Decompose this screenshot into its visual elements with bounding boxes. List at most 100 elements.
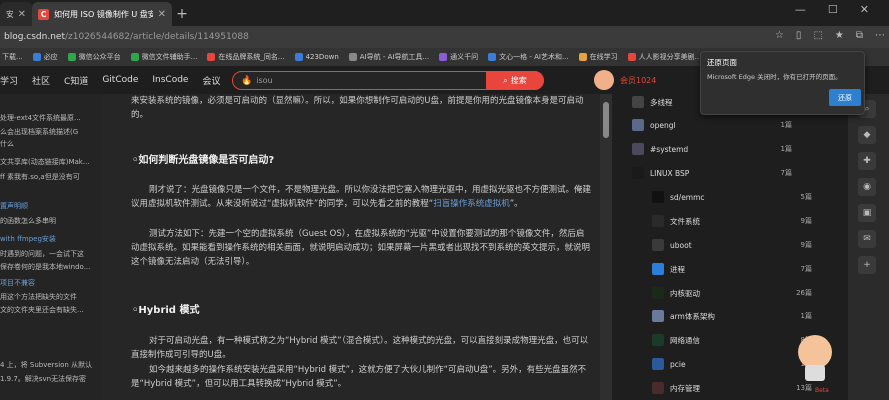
- category-item[interactable]: 内存管理 13篇: [652, 380, 812, 396]
- close-icon[interactable]: ✕: [18, 9, 26, 20]
- category-item[interactable]: 内核驱动 26篇: [652, 285, 812, 301]
- bookmark-item[interactable]: 微信文件辅助手...: [130, 52, 197, 62]
- bookmark-item[interactable]: 微信公众平台: [67, 52, 121, 62]
- sidebar-text[interactable]: 什么: [0, 139, 14, 149]
- member-badge[interactable]: 会员1024: [620, 75, 656, 86]
- category-item[interactable]: uboot 9篇: [652, 237, 812, 253]
- sidebar-text[interactable]: 保存卷何的是我本地windo...: [0, 262, 90, 272]
- star-icon[interactable]: ☆: [775, 30, 784, 41]
- scrollbar[interactable]: [600, 94, 612, 400]
- article-content: 来安装系统的镜像，必须是可启动的（显然嘛）。所以，如果你想制作可启动的U盘，前提…: [102, 94, 600, 400]
- category-item[interactable]: sd/emmc 5篇: [652, 189, 812, 205]
- nav-learn[interactable]: 学习: [0, 74, 18, 87]
- bookmark-item[interactable]: 必应: [32, 52, 58, 62]
- games-icon[interactable]: ◉: [858, 178, 876, 196]
- chat-icon[interactable]: [805, 365, 825, 381]
- office-icon[interactable]: ▣: [858, 204, 876, 222]
- shopping-icon[interactable]: ◆: [858, 126, 876, 144]
- category-item[interactable]: opengl 1篇: [632, 117, 792, 133]
- close-window-icon[interactable]: ✕: [860, 3, 869, 16]
- add-icon[interactable]: +: [858, 256, 876, 274]
- bookmark-item[interactable]: AI导航 - AI导航工具...: [348, 52, 429, 62]
- mascot-avatar[interactable]: [798, 335, 832, 369]
- category-item[interactable]: pcie1篇: [652, 356, 812, 372]
- search-box[interactable]: 🔥 isou ⌕ 搜索: [232, 71, 544, 90]
- bookmark-item[interactable]: 在线品牌系统_同名...: [207, 52, 285, 62]
- tab-title: 安装系...: [6, 9, 13, 19]
- sidebar-text[interactable]: 时遇到的问题，一会试下这: [0, 249, 84, 259]
- favorites-icon[interactable]: ★: [835, 30, 844, 41]
- extensions-icon[interactable]: ⬚: [813, 30, 822, 41]
- more-icon[interactable]: ⋯: [875, 30, 885, 41]
- category-item[interactable]: arm体系架构 1篇: [652, 308, 812, 324]
- sidebar-text[interactable]: 处理-ext4文件系统最原...: [0, 113, 81, 123]
- sidebar-link[interactable]: with ffmpeg安装: [0, 234, 56, 244]
- sidebar-text[interactable]: 的函数怎么多串明: [0, 216, 56, 226]
- category-icon: [632, 167, 644, 179]
- category-icon: [652, 263, 664, 275]
- bookmark-item[interactable]: 在线学习: [578, 52, 618, 62]
- category-icon: [652, 239, 664, 251]
- category-item[interactable]: #systemd 1篇: [632, 141, 792, 157]
- tab-title: 如何用 ISO 镜像制作 U 盘安装盘: [54, 9, 153, 19]
- tab-inactive[interactable]: 安装系... ✕: [0, 2, 32, 26]
- sidebar-link[interactable]: 置声明顺: [0, 201, 28, 211]
- sidebar-text[interactable]: ff 素我有.so,a但是没有可: [0, 172, 80, 182]
- sidebar-text[interactable]: 用这个方法把缺失的文件: [0, 292, 77, 302]
- category-item[interactable]: LINUX BSP 7篇: [632, 165, 792, 181]
- category-icon: [652, 334, 664, 346]
- sidebar-text[interactable]: 文共享库(动态链接库)Mak...: [0, 157, 90, 167]
- bookmark-item[interactable]: 文心一格 - AI艺术和...: [488, 52, 569, 62]
- restore-pages-popup: 还原页面 Microsoft Edge 关闭时，你有已打开的页面。 还原: [700, 51, 865, 115]
- nav-community[interactable]: 社区: [32, 74, 50, 87]
- category-item[interactable]: 进程 7篇: [652, 261, 812, 277]
- search-button-label: 搜索: [510, 76, 527, 85]
- search-button[interactable]: ⌕ 搜索: [486, 71, 544, 90]
- collections-icon[interactable]: ⧉: [856, 30, 863, 41]
- outlook-icon[interactable]: ✉: [858, 230, 876, 248]
- nav-inscode[interactable]: InsCode: [152, 75, 188, 85]
- article-link[interactable]: 扫盲操作系统虚拟机: [433, 199, 510, 209]
- scrollbar-thumb[interactable]: [603, 102, 609, 138]
- fire-icon: 🔥: [241, 75, 253, 86]
- sidebar-text[interactable]: 文的文件夹里还会有缺失...: [0, 305, 84, 315]
- article-paragraph: 对于可启动光盘，有一种模式称之为“Hybrid 模式”（混合模式）。这种模式的光…: [131, 336, 589, 360]
- article-paragraph: 刚才说了：光盘镜像只是一个文件，不是物理光盘。所以你没法把它塞入物理光驱中，用虚…: [131, 185, 592, 209]
- nav-cknow[interactable]: C知道: [64, 74, 88, 87]
- window-controls: — ☐ ✕: [795, 3, 869, 16]
- bookmark-item[interactable]: 下载...: [2, 52, 23, 62]
- split-screen-icon[interactable]: ▯: [796, 30, 802, 41]
- new-tab-button[interactable]: +: [172, 2, 192, 26]
- article-paragraph: 来安装系统的镜像，必须是可启动的（显然嘛）。所以，如果你想制作可启动的U盘，前提…: [131, 96, 584, 120]
- url-path: /z1026544682/article/details/114951088: [64, 32, 249, 42]
- tab-active[interactable]: C 如何用 ISO 镜像制作 U 盘安装盘 ✕: [32, 2, 172, 26]
- tools-icon[interactable]: ✚: [858, 152, 876, 170]
- csdn-icon: C: [38, 8, 49, 20]
- search-icon: ⌕: [503, 75, 508, 85]
- bookmark-item[interactable]: 人人影视分享美剧...: [627, 52, 701, 62]
- nav-gitcode[interactable]: GitCode: [102, 75, 138, 85]
- article-paragraph: 测试方法如下：先建一个空的虚拟系统（Guest OS），在虚拟系统的“光驱”中设…: [131, 229, 591, 267]
- category-item[interactable]: 文件系统 9篇: [652, 213, 812, 229]
- sidebar-text[interactable]: 1.9.7。解决svn无法保存密: [0, 374, 86, 384]
- sidebar-text[interactable]: 么会出现档案系统描述(G: [0, 127, 78, 137]
- url-host: blog.csdn.net: [4, 32, 65, 42]
- left-sidebar: 处理-ext4文件系统最原... 么会出现档案系统描述(G 什么 文共享库(动态…: [0, 94, 102, 400]
- close-icon[interactable]: ✕: [158, 9, 166, 20]
- maximize-icon[interactable]: ☐: [828, 3, 838, 16]
- article-paragraph: 如今越来越多的操作系统安装光盘采用“Hybrid 模式”，这就方便了大伙儿制作“…: [131, 365, 587, 389]
- sidebar-link[interactable]: 项目不兼容: [0, 278, 35, 288]
- url-text[interactable]: blog.csdn.net/z1026544682/article/detail…: [4, 32, 249, 42]
- minimize-icon[interactable]: —: [795, 3, 806, 16]
- avatar[interactable]: [594, 70, 614, 90]
- toolbar-icons: ☆ ▯ ⬚ ★ ⧉ ⋯: [775, 30, 885, 41]
- nav-meeting[interactable]: 会议: [202, 74, 220, 87]
- sidebar-text[interactable]: 4 上，将 Subversion 从默认: [0, 360, 92, 370]
- bookmark-item[interactable]: 423Down: [294, 53, 339, 61]
- category-item[interactable]: 网络通信8篇: [652, 332, 812, 348]
- tab-strip: 安装系... ✕ C 如何用 ISO 镜像制作 U 盘安装盘 ✕ + — ☐ ✕: [0, 0, 889, 26]
- restore-button[interactable]: 还原: [829, 89, 861, 106]
- address-bar[interactable]: blog.csdn.net/z1026544682/article/detail…: [0, 26, 889, 48]
- bookmark-item[interactable]: 通义千问: [439, 52, 478, 62]
- category-icon: [652, 191, 664, 203]
